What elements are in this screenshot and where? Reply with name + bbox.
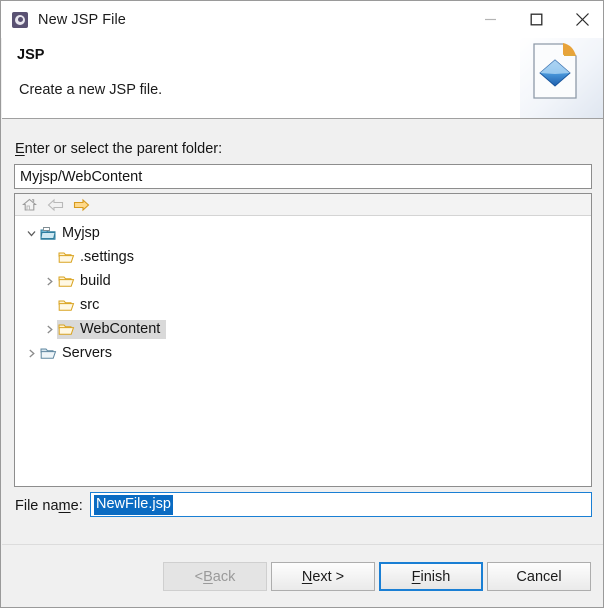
folder-icon — [57, 320, 75, 338]
cancel-button-label: Cancel — [516, 568, 562, 585]
window-controls — [467, 1, 603, 38]
parent-folder-label-mnemonic: E — [15, 141, 25, 157]
server-folder-icon — [39, 344, 57, 362]
tree-node-label: .settings — [80, 248, 134, 265]
dialog-footer: < Back Next > Finish Cancel — [2, 544, 603, 607]
tree-row[interactable]: build — [15, 269, 591, 293]
forward-arrow-icon[interactable] — [71, 196, 91, 214]
cancel-button[interactable]: Cancel — [487, 562, 591, 591]
file-name-label-pre: File na — [15, 498, 59, 514]
finish-button-mnemonic: F — [411, 568, 421, 585]
chevron-right-icon[interactable] — [23, 341, 39, 365]
parent-folder-label-rest: nter or select the parent folder: — [24, 141, 223, 157]
finish-button[interactable]: Finish — [379, 562, 483, 591]
tree-node-label: WebContent — [80, 320, 161, 337]
back-button-pre: < — [194, 568, 204, 585]
folder-icon — [57, 296, 75, 314]
file-name-label-post: e: — [70, 498, 83, 514]
jsp-file-banner-icon — [520, 38, 603, 118]
folder-icon — [57, 272, 75, 290]
tree-toolbar — [15, 194, 591, 216]
minimize-icon[interactable] — [467, 1, 513, 38]
folder-tree: Myjsp .settings build src WebContent Ser… — [15, 216, 591, 365]
back-button-mnemonic: B — [203, 568, 213, 585]
wizard-header: JSP Create a new JSP file. — [2, 38, 603, 119]
parent-folder-label: Enter or select the parent folder: — [15, 141, 222, 157]
next-button-mnemonic: N — [301, 568, 313, 585]
tree-row[interactable]: Servers — [15, 341, 591, 365]
tree-row-selected[interactable]: WebContent — [15, 317, 591, 341]
tree-node-label: Myjsp — [62, 224, 100, 241]
page-description: Create a new JSP file. — [19, 82, 163, 98]
tree-row[interactable]: Myjsp — [15, 221, 591, 245]
new-jsp-file-dialog: New JSP File JSP Create a new JSP file. — [0, 0, 604, 608]
next-button[interactable]: Next > — [271, 562, 375, 591]
finish-button-label: inish — [420, 568, 451, 585]
file-name-label-mnemonic: m — [58, 498, 71, 514]
project-folder-icon — [39, 224, 57, 242]
tree-row[interactable]: .settings — [15, 245, 591, 269]
chevron-right-icon[interactable] — [41, 269, 57, 293]
folder-tree-panel: Myjsp .settings build src WebContent Ser… — [14, 193, 592, 487]
footer-button-row: < Back Next > Finish Cancel — [159, 562, 591, 591]
close-icon[interactable] — [559, 1, 603, 38]
home-icon[interactable] — [19, 196, 39, 214]
eclipse-logo-icon — [12, 11, 28, 28]
tree-row[interactable]: src — [15, 293, 591, 317]
parent-folder-input[interactable] — [14, 164, 592, 189]
back-button: < Back — [163, 562, 267, 591]
page-title: JSP — [17, 47, 45, 63]
window-title: New JSP File — [38, 11, 126, 28]
tree-node-label: src — [80, 296, 100, 313]
file-name-label: File name: — [15, 498, 83, 514]
title-bar: New JSP File — [1, 1, 603, 38]
dialog-body: Enter or select the parent folder: Myjsp… — [2, 119, 603, 544]
file-name-value: NewFile.jsp — [94, 494, 173, 515]
back-button-label: ack — [212, 568, 236, 585]
tree-node-label: Servers — [62, 344, 112, 361]
chevron-right-icon[interactable] — [41, 317, 57, 341]
maximize-icon[interactable] — [513, 1, 559, 38]
next-button-label: ext > — [312, 568, 345, 585]
tree-node-label: build — [80, 272, 111, 289]
folder-icon — [57, 248, 75, 266]
file-name-input[interactable]: NewFile.jsp — [90, 492, 592, 517]
back-arrow-icon — [45, 196, 65, 214]
chevron-down-icon[interactable] — [23, 221, 39, 245]
